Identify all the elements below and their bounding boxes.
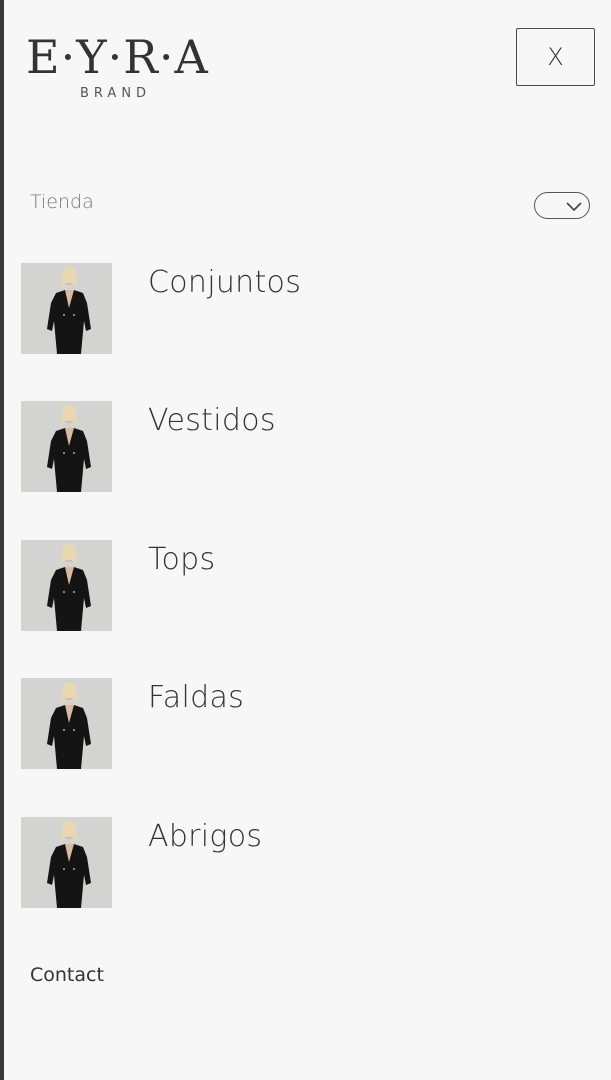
brand-subtitle: BRAND <box>80 86 152 101</box>
category-label: Faldas <box>148 680 245 715</box>
left-edge-border <box>0 0 4 1080</box>
category-thumbnail <box>21 401 112 492</box>
model-photo-image <box>21 817 112 908</box>
category-thumbnail <box>21 263 112 354</box>
contact-link[interactable]: Contact <box>30 964 104 986</box>
category-label: Conjuntos <box>148 265 302 300</box>
model-photo-image <box>21 540 112 631</box>
category-thumbnail <box>21 540 112 631</box>
model-photo-image <box>21 678 112 769</box>
category-item-vestidos[interactable]: Vestidos <box>21 401 581 493</box>
category-item-conjuntos[interactable]: Conjuntos <box>21 263 581 355</box>
category-label: Vestidos <box>148 403 276 438</box>
category-label: Tops <box>148 542 216 577</box>
category-thumbnail <box>21 817 112 908</box>
category-item-abrigos[interactable]: Abrigos <box>21 817 581 909</box>
category-thumbnail <box>21 678 112 769</box>
brand-name: E·Y·R·A <box>26 30 209 84</box>
model-photo-image <box>21 263 112 354</box>
category-item-tops[interactable]: Tops <box>21 540 581 632</box>
category-item-faldas[interactable]: Faldas <box>21 678 581 770</box>
category-label: Abrigos <box>148 819 263 854</box>
section-label-tienda: Tienda <box>30 191 94 213</box>
model-photo-image <box>21 401 112 492</box>
close-menu-button[interactable]: X <box>516 28 595 86</box>
chevron-down-icon <box>566 201 582 211</box>
section-toggle-button[interactable] <box>534 192 590 219</box>
close-icon: X <box>547 43 564 71</box>
brand-logo[interactable]: E·Y·R·A BRAND <box>26 32 216 104</box>
